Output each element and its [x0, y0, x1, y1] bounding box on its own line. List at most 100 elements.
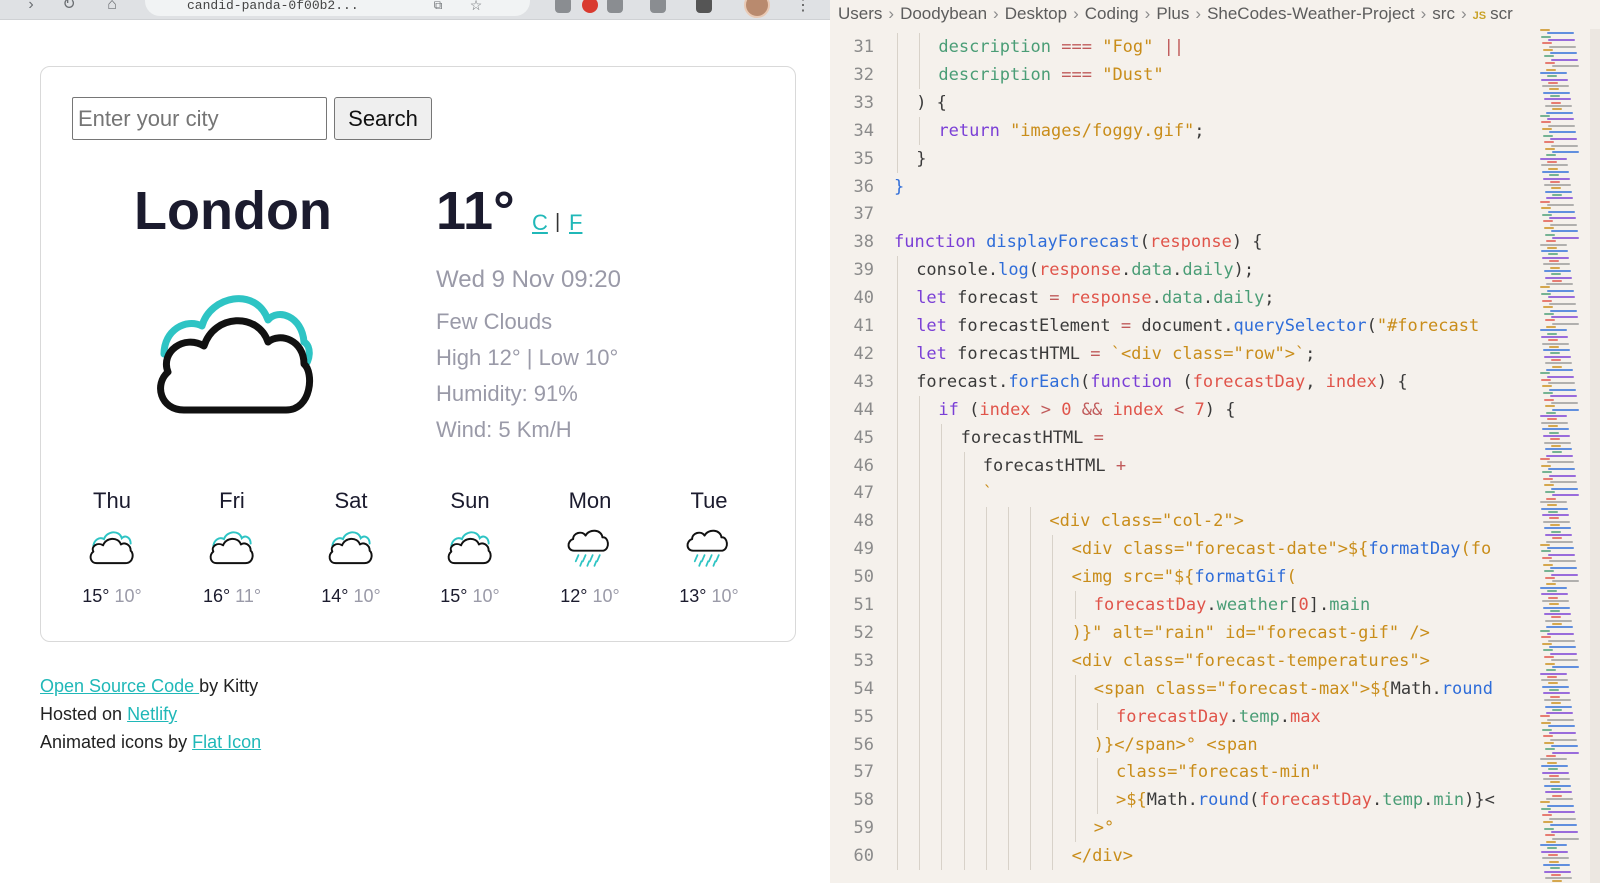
code-token: forecastElement [946, 316, 1121, 336]
minimap-line [1550, 781, 1560, 784]
breadcrumb-item[interactable]: src [1432, 4, 1455, 23]
code-line[interactable]: <span class="forecast-max">${Math.round [1094, 675, 1493, 703]
code-line[interactable]: return "images/foggy.gif"; [938, 117, 1204, 145]
code-line[interactable]: forecastHTML = [961, 424, 1104, 452]
share-icon[interactable]: ⧉ [429, 0, 447, 14]
minimap[interactable] [1536, 29, 1600, 883]
minimap-line [1546, 712, 1573, 715]
browser-toolbar: › ↻ ⌂ candid-panda-0f00b2... ⧉ ☆ ⋮ [0, 0, 830, 20]
more-menu-icon[interactable]: ⋮ [795, 0, 811, 15]
code-token: min [1433, 790, 1465, 811]
address-bar[interactable]: candid-panda-0f00b2... ⧉ ☆ [145, 0, 530, 16]
code-line[interactable]: if (index > 0 && index < 7) { [938, 396, 1235, 424]
netlify-link[interactable]: Netlify [127, 704, 177, 724]
minimap-line [1550, 395, 1577, 398]
forward-icon[interactable]: › [22, 0, 40, 14]
code-line[interactable]: <div class="col-2"> [1049, 507, 1243, 535]
open-source-link[interactable]: Open Source Code [40, 676, 199, 696]
line-number: 44 [853, 399, 874, 420]
code-line[interactable]: >${Math.round(forecastDay.temp.min)}< [1116, 786, 1495, 814]
code-line[interactable]: ` [983, 479, 993, 507]
code-token: description [938, 37, 1051, 57]
breadcrumb-item[interactable]: Plus [1156, 4, 1189, 23]
breadcrumb-item[interactable]: Doodybean [900, 4, 987, 23]
code-line[interactable]: console.log(response.data.daily); [916, 256, 1254, 284]
reload-icon[interactable]: ↻ [60, 0, 78, 14]
flat-icon-link[interactable]: Flat Icon [192, 732, 261, 752]
code-token: document. [1131, 316, 1234, 336]
breadcrumb-item[interactable]: SheCodes-Weather-Project [1207, 4, 1415, 23]
code-line[interactable]: <div class="forecast-temperatures"> [1072, 647, 1430, 675]
extension-icon[interactable] [696, 0, 712, 13]
code-token: ( [1249, 790, 1260, 811]
forecast-min: 10° [592, 586, 620, 606]
code-line[interactable]: </div> [1072, 842, 1133, 870]
extension-icon[interactable] [555, 0, 571, 13]
code-line[interactable]: function displayForecast(response) { [894, 228, 1263, 256]
code-line[interactable]: >° [1094, 814, 1114, 842]
minimap-line [1542, 385, 1552, 388]
code-area[interactable]: description === "Fog" || description === … [894, 29, 1544, 883]
code-line[interactable]: ) { [916, 89, 947, 117]
extension-icon[interactable] [607, 0, 623, 13]
breadcrumb-item[interactable]: Coding [1085, 4, 1139, 23]
celsius-link[interactable]: C [532, 210, 548, 236]
code-line[interactable]: <div class="forecast-date">${formatDay(f… [1072, 535, 1492, 563]
minimap-line [1550, 566, 1577, 569]
avatar[interactable] [744, 0, 770, 18]
extension-icon[interactable] [582, 0, 598, 13]
forecast-temperatures: 14° 10° [291, 586, 411, 607]
bookmark-star-icon[interactable]: ☆ [467, 0, 485, 14]
breadcrumb-item[interactable]: Desktop [1005, 4, 1067, 23]
code-token: < [1173, 399, 1185, 420]
code-line[interactable]: forecastDay.weather[0].main [1094, 591, 1370, 619]
extension-icon[interactable] [650, 0, 666, 13]
code-line[interactable]: } [894, 173, 904, 201]
forecast-day-name: Sun [450, 488, 490, 513]
code-line[interactable]: )}</span>° <span [1094, 731, 1258, 759]
minimap-line [1548, 596, 1558, 599]
breadcrumb-item[interactable]: Users [838, 4, 882, 23]
search-button[interactable]: Search [334, 97, 432, 140]
wind: Wind: 5 Km/H [436, 417, 572, 442]
code-token: ( [1366, 316, 1377, 336]
code-line[interactable]: description === "Fog" || [938, 33, 1184, 61]
minimap-line [1552, 665, 1579, 668]
minimap-line [1540, 458, 1550, 460]
code-line[interactable]: description === "Dust" [938, 61, 1163, 89]
minimap-line [1547, 718, 1574, 721]
code-token: console. [916, 260, 999, 281]
code-token: index [1325, 371, 1377, 392]
code-token: data [1161, 288, 1203, 309]
code-line[interactable]: <img src="${formatGif( [1072, 563, 1297, 591]
city-name: London [134, 181, 332, 241]
minimap-line [1550, 824, 1577, 827]
code-line[interactable]: } [916, 145, 926, 173]
code-line[interactable]: forecastHTML + [983, 452, 1126, 480]
home-icon[interactable]: ⌂ [103, 0, 121, 14]
humidity: Humidity: 91% [436, 381, 578, 406]
minimap-line [1549, 431, 1559, 434]
code-line[interactable]: let forecastElement = document.querySele… [916, 312, 1479, 340]
breadcrumb-file[interactable]: scr [1490, 4, 1513, 23]
minimap-line [1540, 329, 1567, 332]
minimap-line [1548, 725, 1575, 728]
code-line[interactable]: let forecast = response.data.daily; [916, 284, 1274, 312]
code-token: || [1163, 37, 1185, 57]
minimap-line [1548, 467, 1575, 470]
minimap-line [1545, 190, 1572, 193]
city-search-input[interactable] [72, 97, 327, 140]
code-line[interactable]: forecastDay.temp.max [1116, 703, 1321, 731]
code-line[interactable]: forecast.forEach(function (forecastDay, … [916, 368, 1407, 396]
code-line[interactable]: class="forecast-min" [1116, 758, 1321, 786]
footer-text: by Kitty [199, 676, 259, 696]
code-token: `<div class="row">` [1110, 343, 1306, 364]
code-line[interactable]: let forecastHTML = `<div class="row">`; [916, 340, 1315, 368]
code-token: ); [1233, 260, 1255, 281]
code-line[interactable]: )}" alt="rain" id="forecast-gif" /> [1072, 619, 1430, 647]
minimap-line [1542, 256, 1569, 259]
fahrenheit-link[interactable]: F [569, 210, 582, 236]
forecast-day-name: Fri [219, 488, 245, 513]
minimap-line [1545, 748, 1555, 751]
code-token: weather [1216, 595, 1289, 615]
